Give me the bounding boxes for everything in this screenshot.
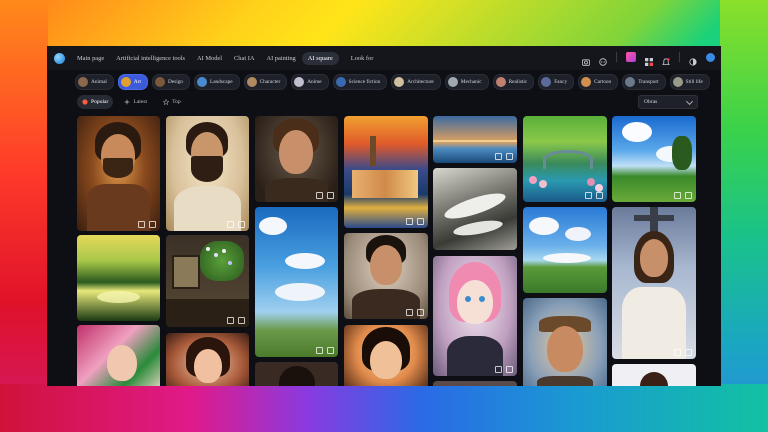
- gallery-card[interactable]: [523, 116, 607, 202]
- category-label: Art: [133, 79, 141, 85]
- star-icon: [163, 99, 170, 105]
- category-thumb-icon: [541, 77, 552, 87]
- apps-grid-icon[interactable]: [645, 53, 653, 66]
- site-logo[interactable]: [54, 52, 65, 64]
- category-tag-landscape[interactable]: Landscape: [193, 74, 240, 90]
- gallery-card[interactable]: [77, 116, 160, 231]
- category-label: Anime: [307, 79, 322, 85]
- category-thumb-icon: [495, 77, 506, 87]
- sort-latest[interactable]: Latest: [119, 95, 152, 109]
- nav-main-page[interactable]: Main page: [71, 55, 110, 62]
- category-label: Realistic: [508, 79, 528, 85]
- gallery-card[interactable]: [523, 207, 607, 293]
- discord-icon[interactable]: [599, 53, 607, 66]
- category-thumb-icon: [294, 77, 305, 87]
- gallery-card[interactable]: [255, 116, 338, 202]
- category-tag-fancy[interactable]: Fancy: [538, 74, 575, 90]
- category-label: Landscape: [209, 79, 233, 85]
- gallery-card[interactable]: [433, 116, 517, 163]
- category-thumb-icon: [625, 77, 636, 87]
- nav-ai-tools[interactable]: Artificial intelligence tools: [110, 55, 191, 62]
- gallery-card[interactable]: [433, 168, 517, 250]
- gallery-card[interactable]: [77, 325, 160, 386]
- category-thumb-icon: [246, 77, 257, 87]
- category-thumb-icon: [672, 77, 683, 87]
- gallery-card[interactable]: [166, 235, 249, 327]
- camera-icon[interactable]: [582, 53, 590, 66]
- category-tag-realistic[interactable]: Realistic: [492, 74, 535, 90]
- filter-value: Obras: [644, 99, 658, 105]
- gallery-card[interactable]: [433, 381, 517, 386]
- gallery-card[interactable]: [344, 325, 428, 386]
- category-tag-anime[interactable]: Anime: [291, 74, 329, 90]
- category-label: Animal: [91, 79, 107, 85]
- category-tag-science-fiction[interactable]: Science fiction: [332, 74, 388, 90]
- category-thumb-icon: [335, 77, 346, 87]
- chevron-down-icon: [685, 97, 694, 105]
- sparkle-icon: [124, 99, 131, 105]
- category-label: Science fiction: [348, 79, 381, 85]
- bell-icon[interactable]: [662, 53, 670, 65]
- category-tag-animal[interactable]: Animal: [75, 74, 114, 90]
- gallery-card[interactable]: [166, 116, 249, 231]
- gallery-card[interactable]: [344, 233, 428, 319]
- nav-ai-square[interactable]: AI square: [301, 51, 339, 65]
- gallery-card[interactable]: [433, 256, 517, 376]
- gallery-card[interactable]: [166, 333, 249, 386]
- category-label: Mechanic: [460, 79, 482, 85]
- nav-ai-model[interactable]: AI Model: [191, 55, 228, 62]
- category-tag-architecture[interactable]: Architecture: [391, 74, 441, 90]
- category-tag-character[interactable]: Character: [243, 74, 288, 90]
- category-thumb-icon: [196, 77, 207, 87]
- main-nav: Main page Artificial intelligence tools …: [71, 51, 380, 65]
- category-label: Architecture: [407, 79, 434, 85]
- avatar[interactable]: [706, 52, 715, 62]
- category-thumb-icon: [447, 77, 458, 87]
- category-tag-cartoon[interactable]: Cartoon: [578, 74, 619, 90]
- nav-look-for[interactable]: Look for: [345, 55, 380, 62]
- category-label: Character: [259, 79, 281, 85]
- category-label: Transport: [638, 79, 659, 85]
- gallery-card[interactable]: [612, 364, 696, 386]
- filter-dropdown[interactable]: Obras: [638, 95, 698, 109]
- top-navbar: Main page Artificial intelligence tools …: [47, 46, 721, 70]
- sort-popular-label: Popular: [91, 99, 109, 105]
- category-thumb-icon: [120, 77, 131, 87]
- category-thumb-icon: [154, 77, 165, 87]
- category-tag-transport[interactable]: Transport: [622, 74, 666, 90]
- sort-latest-label: Latest: [133, 99, 148, 105]
- category-tag-mechanic[interactable]: Mechanic: [444, 74, 489, 90]
- nav-chat-ia[interactable]: Chat IA: [228, 55, 260, 62]
- gallery-card[interactable]: [255, 207, 338, 357]
- gallery-card[interactable]: [523, 298, 607, 386]
- nav-ai-painting[interactable]: AI painting: [260, 55, 301, 62]
- category-thumb-icon: [394, 77, 405, 87]
- category-thumb-icon: [581, 77, 592, 87]
- gallery-card[interactable]: [612, 207, 696, 359]
- sort-top[interactable]: Top: [158, 95, 186, 109]
- category-label: Still life: [685, 79, 703, 85]
- sort-tabs: Popular Latest Top: [77, 95, 186, 109]
- category-thumb-icon: [78, 77, 88, 87]
- theme-toggle-icon[interactable]: [689, 53, 697, 66]
- sort-popular[interactable]: Popular: [77, 95, 114, 109]
- gift-icon[interactable]: [626, 52, 636, 62]
- category-tags: Animal Art Design Landscape Character Anime Sc…: [75, 74, 710, 90]
- category-tag-art[interactable]: Art: [117, 74, 148, 90]
- category-label: Design: [167, 79, 183, 85]
- toolbar-icons: [582, 52, 715, 66]
- app-window: Main page Artificial intelligence tools …: [47, 46, 721, 386]
- gallery-card[interactable]: [344, 116, 428, 228]
- category-label: Cartoon: [594, 79, 612, 85]
- gallery-card[interactable]: [77, 235, 160, 321]
- gallery-card[interactable]: [255, 362, 338, 386]
- category-tag-still-life[interactable]: Still life: [669, 74, 710, 90]
- category-tag-design[interactable]: Design: [151, 74, 190, 90]
- flame-icon: [82, 99, 88, 105]
- category-label: Fancy: [554, 79, 568, 85]
- gallery-card[interactable]: [612, 116, 696, 202]
- sort-top-label: Top: [172, 99, 181, 105]
